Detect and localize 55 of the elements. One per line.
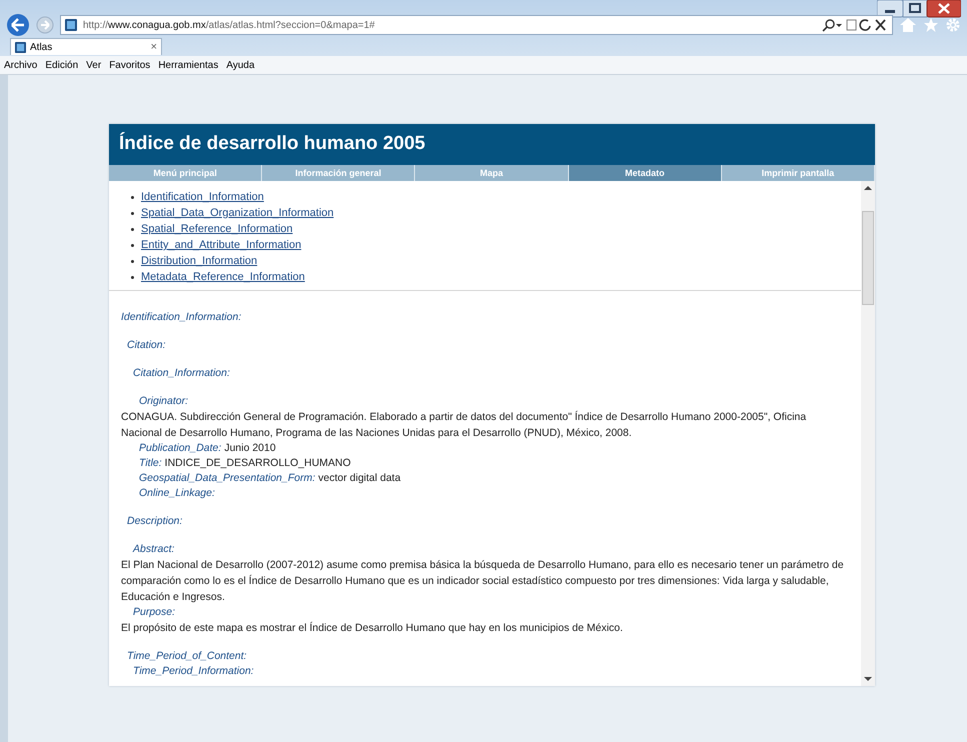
menu-item[interactable]: Ayuda	[226, 60, 255, 70]
tab-title: Atlas	[30, 42, 54, 52]
field-label: Title:	[139, 457, 162, 469]
window-controls[interactable]	[877, 0, 961, 20]
field-label: Online_Linkage:	[139, 487, 215, 499]
browser-tab[interactable]: Atlas ×	[10, 38, 162, 55]
field-value: INDICE_DE_DESARROLLO_HUMANO	[164, 457, 351, 469]
scroll-down-icon[interactable]	[864, 676, 872, 682]
menu-item[interactable]: Edición	[45, 60, 78, 70]
field-label: Description:	[127, 515, 182, 527]
scroll-thumb[interactable]	[862, 211, 874, 305]
address-field[interactable]: http://www.conagua.gob.mx/atlas/atlas.html?seccion=0&mapa=1#	[60, 15, 893, 35]
star-icon[interactable]	[923, 17, 939, 33]
scroll-up-icon[interactable]	[864, 185, 872, 191]
section-link[interactable]: Spatial_Data_Organization_Information	[141, 207, 334, 219]
page-title: Índice de desarrollo humano 2005	[109, 124, 875, 165]
bullet-icon	[131, 196, 134, 198]
page-icon	[65, 19, 77, 31]
section-link[interactable]: Entity_and_Attribute_Information	[141, 239, 302, 251]
field-label: Time_Period_of_Content:	[127, 650, 247, 662]
field-label: Publication_Date:	[139, 442, 222, 454]
page-icon	[15, 42, 26, 52]
section-link[interactable]: Distribution_Information	[141, 255, 258, 267]
menu-item[interactable]: Favoritos	[109, 60, 150, 70]
field-text: CONAGUA. Subdirección General de Programación. Elaborado a partir de datos del documento" Índice de Desarrollo Humano 2000-2005", Oficina Nacional de Desarrollo Humano, Programa de las Naciones Unidas para el Desarrollo (PNUD), México, 2008.	[121, 410, 808, 441]
bullet-icon	[131, 212, 134, 214]
field-label: Originator:	[139, 395, 188, 407]
scrollbar[interactable]	[861, 181, 875, 686]
section-link[interactable]: Identification_Information	[141, 191, 264, 203]
menu-item[interactable]: Ver	[86, 60, 102, 70]
field-value: vector digital data	[318, 472, 401, 484]
field-label: Abstract:	[133, 543, 174, 555]
nav-tab[interactable]: Metadato	[568, 165, 722, 181]
field-text: El Plan Nacional de Desarrollo (2007-2012) asume como premisa básica la búsqueda de Desarrollo Humano, para ello es necesario tener un parámetro de comparación como lo es el Índice de Desarrollo Humano que es un indicador social estadístico compuesto por tres dimensiones: Vida larga y saludable, Educación e Ingresos.	[121, 558, 845, 605]
bullet-icon	[131, 228, 134, 230]
settings-icon[interactable]	[945, 17, 961, 33]
home-icon[interactable]	[899, 17, 917, 33]
field-label: Purpose:	[133, 606, 176, 618]
bullet-icon	[131, 260, 134, 262]
field-label: Citation:	[127, 339, 166, 351]
field-label: Geospatial_Data_Presentation_Form:	[139, 472, 316, 484]
field-text: El propósito de este mapa es mostrar el Índice de Desarrollo Humano que hay en los municipios de México.	[121, 620, 624, 636]
field-label: Time_Period_Information:	[133, 665, 254, 677]
field-label: Identification_Information:	[121, 311, 242, 323]
menu-item[interactable]: Herramientas	[158, 60, 218, 70]
menu-item[interactable]: Archivo	[4, 60, 38, 70]
bullet-icon	[131, 276, 134, 278]
field-label: Citation_Information:	[133, 367, 230, 379]
address-tools-icon[interactable]	[822, 18, 888, 32]
bullet-icon	[131, 244, 134, 246]
back-icon[interactable]	[6, 13, 30, 37]
close-tab-button[interactable]: ×	[150, 41, 157, 53]
field-value: Junio 2010	[224, 442, 276, 454]
section-link[interactable]: Spatial_Reference_Information	[141, 223, 293, 235]
section-link[interactable]: Metadata_Reference_Information	[141, 271, 305, 283]
